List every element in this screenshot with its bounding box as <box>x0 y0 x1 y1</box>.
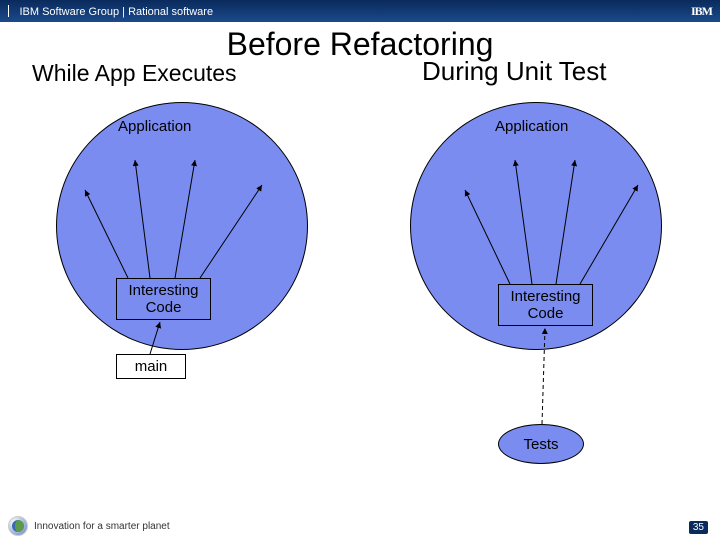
application-label-right: Application <box>495 118 568 135</box>
slide-title: Before Refactoring <box>0 26 720 63</box>
tests-label: Tests <box>523 436 558 453</box>
globe-icon <box>8 516 28 536</box>
header-bar: IBM Software Group | Rational software I… <box>0 0 720 22</box>
interesting-code-box-left: Interesting Code <box>116 278 211 320</box>
subtitle-left: While App Executes <box>32 60 237 87</box>
main-box: main <box>116 354 186 379</box>
tests-oval: Tests <box>498 424 584 464</box>
header-divider <box>8 5 9 17</box>
ibm-logo: IBM <box>691 4 712 19</box>
subtitle-right: During Unit Test <box>422 56 607 87</box>
application-label-left: Application <box>118 118 191 135</box>
header-text: IBM Software Group | Rational software <box>19 6 213 18</box>
page-number: 35 <box>689 521 708 534</box>
footer-text: Innovation for a smarter planet <box>34 521 170 532</box>
footer-bar: Innovation for a smarter planet <box>0 512 720 540</box>
header-left: IBM Software Group | Rational software <box>8 2 213 20</box>
interesting-code-box-right: Interesting Code <box>498 284 593 326</box>
